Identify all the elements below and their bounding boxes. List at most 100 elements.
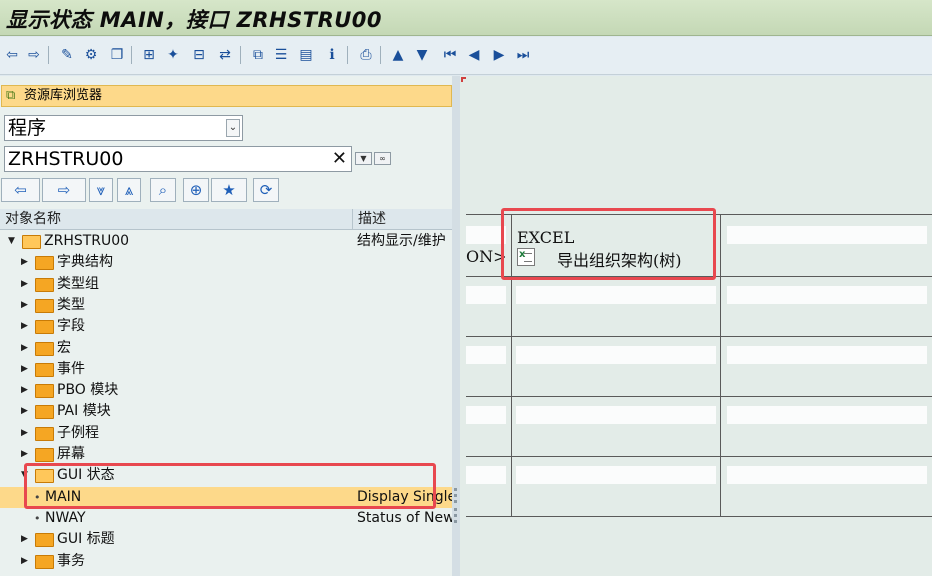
expanded-arrow-icon[interactable]: ▼	[8, 231, 15, 252]
tree-node[interactable]: • MAIN Display Single	[0, 487, 452, 508]
tree-node[interactable]: ▶ 类型组	[0, 274, 452, 295]
collapsed-arrow-icon[interactable]: ▶	[21, 295, 28, 316]
tree-node[interactable]: • NWAY Status of New	[0, 508, 452, 529]
tree-node[interactable]: ▶ 宏	[0, 338, 452, 359]
application-toolbar: ⇦ ⇨ ✎ ⚙ ❐ ⊞ ✦ ⊟ ⇄ ⧉ ☰ ▤ ℹ ⎙ ▲ ▼ ⏮ ◀ ▶ ⏭	[0, 37, 932, 75]
menu-entry-truncated[interactable]: ON>	[466, 247, 507, 266]
other-object-icon[interactable]: ❐	[107, 45, 127, 65]
next-page-icon[interactable]: ▶	[489, 45, 509, 65]
where-used-icon[interactable]: ⇄	[215, 45, 235, 65]
pretty-print-icon[interactable]: ☰	[271, 45, 291, 65]
tree-node[interactable]: ▶ 字段	[0, 316, 452, 337]
collapsed-arrow-icon[interactable]: ▶	[21, 274, 28, 295]
folder-icon	[35, 405, 54, 419]
object-list-icon[interactable]: ⊞	[139, 45, 159, 65]
repository-browser-title: 资源库浏览器	[24, 88, 103, 103]
nav-back-icon[interactable]: ⇦	[1, 178, 40, 202]
clear-icon[interactable]: ✕	[332, 147, 347, 171]
tree-node[interactable]: ▶ 事务	[0, 551, 452, 572]
menu-cell[interactable]	[516, 406, 716, 424]
find-icon[interactable]: ⌕	[150, 178, 176, 202]
last-page-icon[interactable]: ⏭	[513, 45, 533, 65]
display-change-icon[interactable]: ✎	[57, 45, 77, 65]
tree-node[interactable]: ▶ GUI 标题	[0, 529, 452, 550]
scroll-up-icon[interactable]: ▲	[388, 45, 408, 65]
collapsed-arrow-icon[interactable]: ▶	[21, 380, 28, 401]
tree-node-label: MAIN	[45, 489, 82, 505]
previous-page-icon[interactable]: ◀	[464, 45, 484, 65]
folder-icon	[35, 299, 54, 313]
menu-cell[interactable]	[516, 286, 716, 304]
hierarchy-icon[interactable]: ⧉	[248, 45, 268, 65]
refresh-icon[interactable]: ⟳	[253, 178, 279, 202]
menu-cell[interactable]	[466, 346, 506, 364]
function-code[interactable]: EXCEL	[517, 228, 574, 247]
tree-node[interactable]: ▼ ZRHSTRU00 结构显示/维护	[0, 231, 452, 252]
collapsed-arrow-icon[interactable]: ▶	[21, 444, 28, 465]
tree-node[interactable]: ▶ PBO 模块	[0, 380, 452, 401]
column-object-name[interactable]: 对象名称	[5, 209, 61, 229]
scroll-down-icon[interactable]: ▼	[412, 45, 432, 65]
object-name-value: ZRHSTRU00	[8, 148, 124, 170]
print-icon[interactable]: ⎙	[356, 45, 376, 65]
menu-cell[interactable]	[466, 406, 506, 424]
function-text[interactable]: 导出组织架构(树)	[557, 247, 682, 271]
window-title: 显示状态 MAIN，接口 ZRHSTRU00	[6, 8, 383, 32]
display-object-icon[interactable]: ▤	[296, 45, 316, 65]
folder-icon	[35, 448, 54, 462]
folder-icon	[35, 278, 54, 292]
tree-node[interactable]: ▶ 事件	[0, 359, 452, 380]
tree-node[interactable]: ▶ 子例程	[0, 423, 452, 444]
collapsed-arrow-icon[interactable]: ▶	[21, 252, 28, 273]
forward-arrow-icon[interactable]: ⇨	[24, 45, 44, 65]
column-description[interactable]: 描述	[358, 209, 386, 229]
menu-cell[interactable]	[727, 466, 927, 484]
folder-icon	[35, 427, 54, 441]
activate-icon[interactable]: ✦	[163, 45, 183, 65]
bullet-icon: •	[34, 512, 41, 525]
menu-cell[interactable]	[727, 406, 927, 424]
tree-node[interactable]: ▼ GUI 状态	[0, 465, 452, 486]
back-arrow-icon[interactable]: ⇦	[2, 45, 22, 65]
tree-node[interactable]: ▶ 类型	[0, 295, 452, 316]
new-object-icon[interactable]: ⊕	[183, 178, 209, 202]
menu-cell[interactable]	[466, 466, 506, 484]
collapsed-arrow-icon[interactable]: ▶	[21, 529, 28, 550]
tree-node[interactable]: ▶ 字典结构	[0, 252, 452, 273]
pane-splitter[interactable]	[452, 76, 460, 576]
menu-cell[interactable]	[727, 226, 927, 244]
info-icon[interactable]: ℹ	[322, 45, 342, 65]
collapsed-arrow-icon[interactable]: ▶	[21, 423, 28, 444]
tree-node-label: ZRHSTRU00	[44, 233, 130, 249]
test-icon[interactable]: ⊟	[189, 45, 209, 65]
menu-cell[interactable]	[516, 466, 716, 484]
menu-cell[interactable]	[727, 346, 927, 364]
menu-cell[interactable]	[727, 286, 927, 304]
favorites-icon[interactable]: ★	[211, 178, 247, 202]
tree-node[interactable]: ▶ 屏幕	[0, 444, 452, 465]
expanded-arrow-icon[interactable]: ▼	[21, 465, 28, 486]
tree-node[interactable]: ▶ PAI 模块	[0, 401, 452, 422]
menu-cell[interactable]	[466, 286, 506, 304]
tree-node-label: GUI 标题	[57, 531, 115, 547]
glasses-icon[interactable]: ∞	[374, 152, 391, 165]
nav-forward-icon[interactable]: ⇨	[42, 178, 86, 202]
active-inactive-icon[interactable]: ⚙	[81, 45, 101, 65]
collapsed-arrow-icon[interactable]: ▶	[21, 551, 28, 572]
collapsed-arrow-icon[interactable]: ▶	[21, 316, 28, 337]
dropdown-icon[interactable]: ▼	[355, 152, 372, 165]
first-page-icon[interactable]: ⏮	[440, 45, 460, 65]
bullet-icon: •	[34, 491, 41, 504]
menu-cell[interactable]	[516, 346, 716, 364]
expand-all-icon[interactable]: ⩔	[89, 178, 113, 202]
repository-browser-header[interactable]: ⧉ 资源库浏览器	[1, 85, 452, 107]
chevron-down-icon[interactable]: ⌄	[226, 119, 240, 137]
tree-node-label: GUI 状态	[57, 467, 115, 483]
object-name-input[interactable]: ZRHSTRU00 ✕	[4, 146, 352, 172]
collapsed-arrow-icon[interactable]: ▶	[21, 359, 28, 380]
collapse-all-icon[interactable]: ⩓	[117, 178, 141, 202]
collapsed-arrow-icon[interactable]: ▶	[21, 338, 28, 359]
collapsed-arrow-icon[interactable]: ▶	[21, 401, 28, 422]
object-type-select[interactable]: 程序 ⌄	[4, 115, 243, 141]
menu-cell[interactable]	[466, 226, 506, 244]
